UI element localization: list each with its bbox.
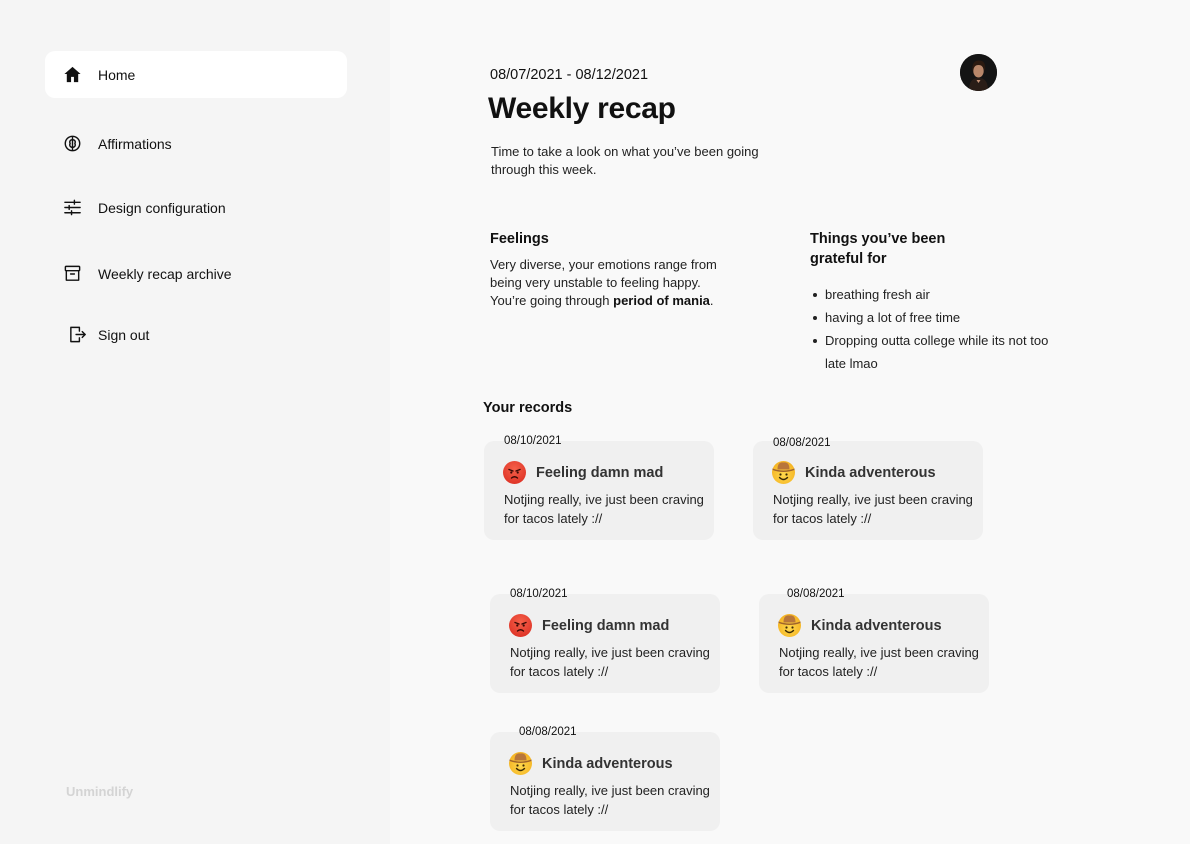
angry-face-icon [503, 461, 526, 484]
sidebar-item-home[interactable]: Home [45, 51, 347, 98]
avatar[interactable] [960, 54, 997, 91]
record-title: Feeling damn mad [536, 464, 664, 481]
record-date: 08/10/2021 [510, 588, 568, 600]
home-icon [62, 65, 82, 85]
record-body: Notjing really, ive just been craving fo… [510, 645, 710, 679]
record-card[interactable]: 08/10/2021 Feeling damn mad Notjing real… [490, 588, 720, 693]
sidebar-item-weekly-recap-archive[interactable]: Weekly recap archive [45, 250, 347, 297]
sidebar-item-label: Weekly recap archive [98, 265, 232, 282]
record-card[interactable]: 08/08/2021 Kinda adventerous Notjing rea… [759, 588, 989, 693]
sidebar-item-label: Sign out [98, 326, 150, 343]
sidebar-item-sign-out[interactable]: Sign out [45, 311, 347, 358]
feelings-text-end: . [709, 293, 714, 308]
grateful-item: having a lot of free time [811, 306, 1051, 329]
feelings-text: Very diverse, your emotions range from b… [490, 256, 740, 310]
record-body: Notjing really, ive just been craving fo… [504, 492, 704, 526]
sidebar-item-affirmations[interactable]: Affirmations [45, 120, 347, 167]
brain-icon [62, 134, 82, 154]
user-avatar-icon [960, 54, 997, 91]
record-card[interactable]: 08/08/2021 Kinda adventerous Notjing rea… [753, 437, 983, 540]
cowboy-face-icon [772, 461, 795, 484]
record-date: 08/10/2021 [504, 435, 562, 447]
record-title: Kinda adventerous [811, 617, 942, 634]
page-subtitle: Time to take a look on what you’ve been … [491, 144, 759, 177]
main-content: 08/07/2021 - 08/12/2021 Weekly recap Tim… [390, 0, 1190, 844]
sidebar-item-design-configuration[interactable]: Design configuration [45, 184, 347, 231]
records-title: Your records [483, 400, 573, 416]
feelings-text-highlight: period of mania [613, 293, 710, 308]
cowboy-face-icon [509, 752, 532, 775]
feelings-title: Feelings [490, 231, 549, 247]
brand-logo: Unmindlify [66, 784, 134, 799]
angry-face-icon [509, 614, 532, 637]
sign-out-icon [67, 325, 87, 345]
sidebar-item-label: Home [98, 66, 136, 83]
grateful-item: breathing fresh air [811, 283, 1051, 306]
sidebar: Home Affirmations Design configuration W… [0, 0, 390, 844]
page-title: Weekly recap [488, 92, 676, 125]
record-date: 08/08/2021 [787, 588, 845, 600]
sliders-icon [62, 198, 82, 218]
record-title: Kinda adventerous [805, 464, 936, 481]
record-title: Kinda adventerous [542, 755, 673, 772]
record-card[interactable]: 08/10/2021 Feeling damn mad Notjing real… [484, 435, 714, 540]
record-body: Notjing really, ive just been craving fo… [773, 492, 973, 526]
date-range: 08/07/2021 - 08/12/2021 [490, 67, 649, 83]
archive-icon [62, 264, 82, 284]
grateful-list: breathing fresh air having a lot of free… [811, 283, 1051, 375]
record-date: 08/08/2021 [773, 437, 831, 449]
grateful-item: Dropping outta college while its not too… [811, 329, 1051, 375]
sidebar-item-label: Affirmations [98, 135, 172, 152]
cowboy-face-icon [778, 614, 801, 637]
record-title: Feeling damn mad [542, 617, 670, 634]
sidebar-item-label: Design configuration [98, 199, 226, 216]
record-body: Notjing really, ive just been craving fo… [510, 783, 710, 817]
record-card[interactable]: 08/08/2021 Kinda adventerous Notjing rea… [490, 726, 720, 831]
record-date: 08/08/2021 [519, 726, 577, 738]
grateful-title: Things you’ve been grateful for [810, 231, 946, 267]
record-body: Notjing really, ive just been craving fo… [779, 645, 979, 679]
